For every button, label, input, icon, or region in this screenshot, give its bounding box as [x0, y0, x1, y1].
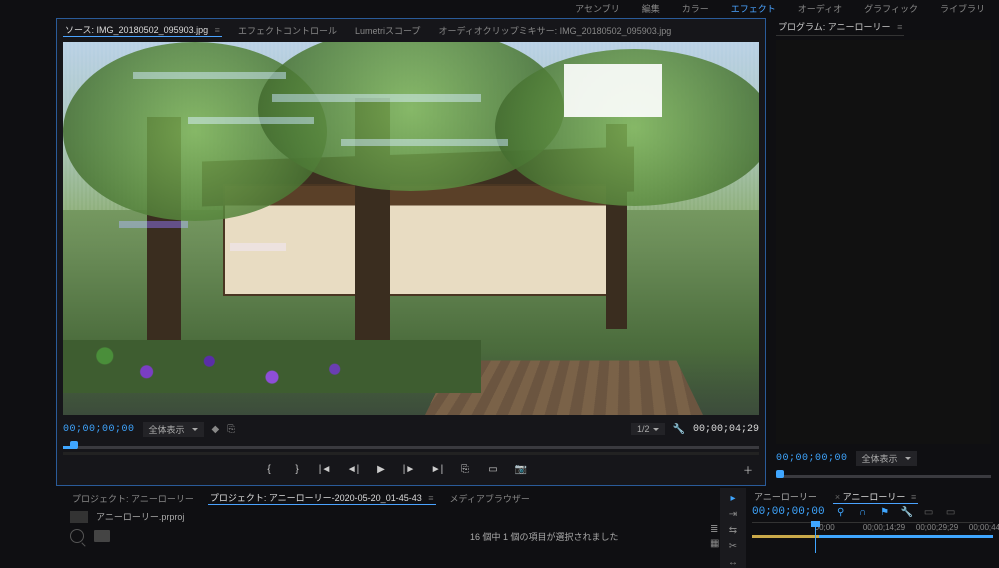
project-thumb-icon [70, 511, 88, 523]
source-scrubber[interactable] [63, 441, 759, 455]
step-fwd-button[interactable]: |► [402, 462, 416, 476]
slip-tool[interactable]: ↔ [725, 556, 741, 568]
overwrite-button[interactable]: ▭ [486, 462, 500, 476]
program-zoom-dropdown[interactable]: 全体表示 [856, 451, 917, 466]
tab-source-label: ソース: IMG_20180502_095903.jpg [65, 25, 208, 35]
tab-program-label: プログラム: アニーローリー [778, 22, 891, 32]
ws-edit[interactable]: 編集 [642, 2, 660, 16]
razor-tool[interactable]: ✂ [725, 540, 741, 552]
program-monitor: プログラム: アニーローリー ≡ 00;00;00;00 全体表示 [766, 16, 999, 486]
caption-toggle-2[interactable]: ▭ [945, 507, 957, 518]
close-icon[interactable]: ≡ [215, 25, 220, 35]
ruler-tick: 00;00;44;28 [969, 523, 999, 532]
icon-view-icon[interactable]: ▦ [710, 538, 719, 549]
tab-media-browser[interactable]: メディアブラウザー [448, 492, 532, 505]
add-marker-button[interactable]: ⚑ [879, 507, 891, 518]
playback-res-dropdown[interactable]: 1/2 [631, 423, 665, 435]
bracket-icon[interactable]: ⎘ [227, 424, 235, 435]
project-panel: プロジェクト: アニーローリー プロジェクト: アニーローリー-2020-05-… [0, 488, 720, 568]
program-preview[interactable] [776, 40, 991, 444]
project-file-row[interactable]: アニーローリー.prproj [70, 510, 714, 523]
play-button[interactable]: ▶ [374, 462, 388, 476]
timeline-tab-1[interactable]: アニーローリー [752, 490, 819, 504]
go-to-out-button[interactable]: ►| [430, 462, 444, 476]
source-duration: 00;00;04;29 [693, 424, 759, 435]
ws-color[interactable]: カラー [682, 2, 709, 16]
tab-source[interactable]: ソース: IMG_20180502_095903.jpg ≡ [63, 23, 222, 37]
step-back-button[interactable]: ◄| [346, 462, 360, 476]
settings-icon[interactable]: 🔧 [673, 424, 685, 435]
program-timecode[interactable]: 00;00;00;00 [776, 453, 848, 464]
marker-icon[interactable]: ◆ [212, 424, 220, 435]
mark-out-button[interactable]: } [290, 462, 304, 476]
selection-status: 16 個中 1 個の項目が選択されました [470, 530, 619, 543]
timeline-panel: アニーローリー × アニーローリー ≡ 00;00;00;00 ⚲ ∩ ⚑ 🔧 … [746, 488, 999, 568]
track-select-tool[interactable]: ⇥ [725, 508, 741, 520]
close-icon[interactable]: ≡ [911, 492, 916, 502]
workspace-bar: アセンブリ 編集 カラー エフェクト オーディオ グラフィック ライブラリ [0, 0, 999, 16]
tab-audio-clip-mixer[interactable]: オーディオクリップミキサー: IMG_20180502_095903.jpg [436, 24, 673, 37]
source-preview[interactable] [63, 42, 759, 415]
transport-controls: { } |◄ ◄| ▶ |► ►| ⎘ ▭ 📷 ＋ [63, 457, 759, 481]
timeline-ruler[interactable]: 00;00 00;00;14;29 00;00;29;29 00;00;44;2… [752, 522, 993, 538]
tool-palette: ▸ ⇥ ⇆ ✂ ↔ [720, 488, 746, 568]
ruler-tick: 00;00;29;29 [916, 523, 958, 532]
source-tabs: ソース: IMG_20180502_095903.jpg ≡ エフェクトコントロ… [63, 22, 759, 38]
ws-assembly[interactable]: アセンブリ [575, 2, 620, 16]
linked-selection-toggle[interactable]: ∩ [857, 507, 869, 518]
timeline-timecode[interactable]: 00;00;00;00 [752, 506, 825, 518]
ws-effects[interactable]: エフェクト [731, 2, 776, 16]
export-frame-button[interactable]: 📷 [514, 462, 528, 476]
mark-in-button[interactable]: { [262, 462, 276, 476]
tab-program[interactable]: プログラム: アニーローリー ≡ [776, 20, 904, 36]
close-icon[interactable]: ≡ [897, 22, 902, 32]
program-scrubber[interactable] [776, 470, 991, 484]
timeline-tab-2[interactable]: × アニーローリー ≡ [833, 490, 918, 504]
new-bin-icon[interactable] [94, 530, 110, 542]
zoom-dropdown[interactable]: 全体表示 [143, 422, 204, 437]
insert-button[interactable]: ⎘ [458, 462, 472, 476]
tab-project-2[interactable]: プロジェクト: アニーローリー-2020-05-20_01-45-43 ≡ [208, 491, 436, 505]
project-filename: アニーローリー.prproj [96, 510, 184, 523]
caption-toggle[interactable]: ▭ [923, 507, 935, 518]
ruler-tick: 00;00;14;29 [863, 523, 905, 532]
project-tabs: プロジェクト: アニーローリー プロジェクト: アニーローリー-2020-05-… [70, 490, 714, 506]
close-icon[interactable]: ≡ [428, 493, 433, 503]
timeline-settings-icon[interactable]: 🔧 [901, 507, 913, 518]
tab-lumetri-scopes[interactable]: Lumetriスコープ [353, 24, 422, 37]
tab-project-1[interactable]: プロジェクト: アニーローリー [70, 492, 196, 505]
selection-tool[interactable]: ▸ [725, 492, 741, 504]
source-monitor: ソース: IMG_20180502_095903.jpg ≡ エフェクトコントロ… [56, 18, 766, 486]
search-icon[interactable] [70, 529, 84, 543]
ws-library[interactable]: ライブラリ [940, 2, 985, 16]
button-editor[interactable]: ＋ [741, 462, 755, 476]
snap-toggle[interactable]: ⚲ [835, 507, 847, 518]
tab-effect-controls[interactable]: エフェクトコントロール [236, 24, 339, 37]
ripple-edit-tool[interactable]: ⇆ [725, 524, 741, 536]
tab-project-2-label: プロジェクト: アニーローリー-2020-05-20_01-45-43 [210, 493, 422, 503]
ws-audio[interactable]: オーディオ [798, 2, 842, 16]
timeline-tab-2-label: アニーローリー [843, 492, 906, 502]
go-to-in-button[interactable]: |◄ [318, 462, 332, 476]
source-timebar: 00;00;00;00 全体表示 ◆ ⎘ 1/2 🔧 00;00;04;29 [63, 419, 759, 439]
source-timecode[interactable]: 00;00;00;00 [63, 424, 135, 435]
list-view-icon[interactable]: ≣ [710, 524, 719, 535]
playhead[interactable] [815, 523, 816, 553]
ws-graphics[interactable]: グラフィック [864, 2, 918, 16]
